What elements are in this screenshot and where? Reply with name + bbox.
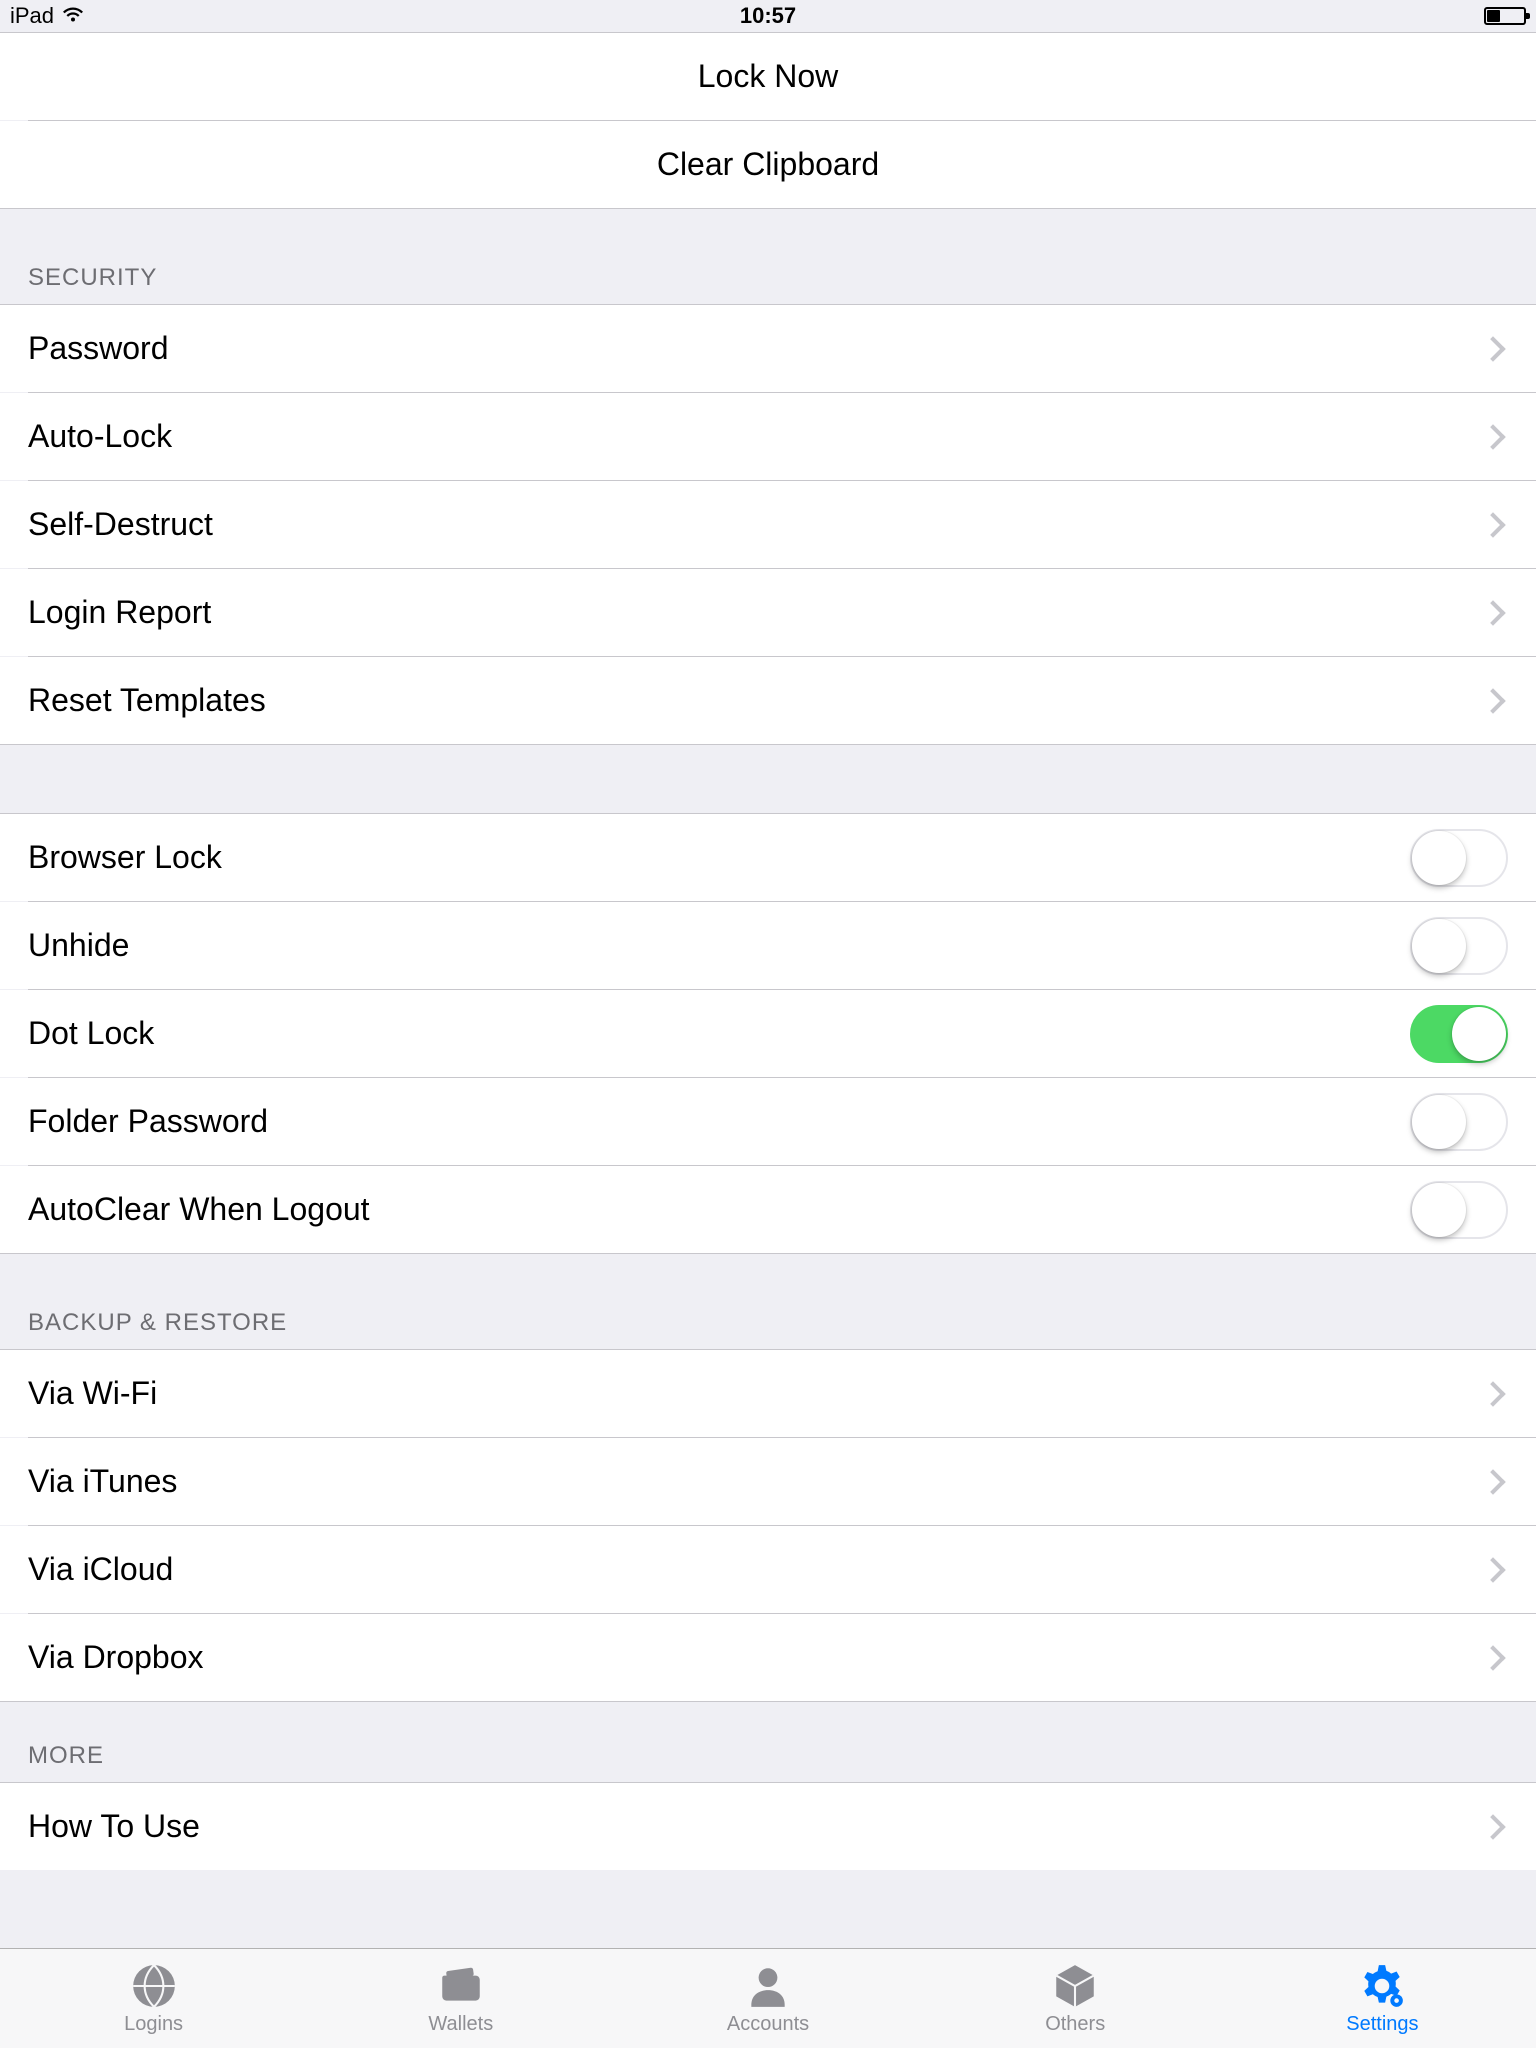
browserlock-toggle[interactable]: [1410, 829, 1508, 887]
tab-logins-label: Logins: [124, 2013, 183, 2036]
via-icloud-row[interactable]: Via iCloud: [0, 1526, 1536, 1613]
folderpassword-row: Folder Password: [0, 1078, 1536, 1165]
autolock-row[interactable]: Auto-Lock: [0, 393, 1536, 480]
tab-settings[interactable]: Settings: [1229, 1949, 1536, 2048]
status-left: iPad: [10, 3, 84, 29]
resettemplates-label: Reset Templates: [28, 682, 1484, 719]
chevron-right-icon: [1480, 1469, 1505, 1494]
dotlock-row: Dot Lock: [0, 990, 1536, 1077]
chevron-right-icon: [1480, 1557, 1505, 1582]
tab-accounts-label: Accounts: [727, 2013, 809, 2036]
chevron-right-icon: [1480, 336, 1505, 361]
status-bar: iPad 10:57: [0, 0, 1536, 32]
autoclear-label: AutoClear When Logout: [28, 1191, 1410, 1228]
selfdestruct-label: Self-Destruct: [28, 506, 1484, 543]
browserlock-row: Browser Lock: [0, 814, 1536, 901]
autolock-label: Auto-Lock: [28, 418, 1484, 455]
folderpassword-label: Folder Password: [28, 1103, 1410, 1140]
more-header: MORE: [0, 1702, 1536, 1782]
tab-others-label: Others: [1045, 2013, 1105, 2036]
chevron-right-icon: [1480, 424, 1505, 449]
clear-clipboard-row[interactable]: Clear Clipboard: [0, 121, 1536, 208]
via-icloud-label: Via iCloud: [28, 1551, 1484, 1588]
chevron-right-icon: [1480, 1381, 1505, 1406]
tab-others[interactable]: Others: [922, 1949, 1229, 2048]
wallet-icon: [436, 1961, 486, 2011]
tab-wallets-label: Wallets: [428, 2013, 493, 2036]
chevron-right-icon: [1480, 1814, 1505, 1839]
folderpassword-toggle[interactable]: [1410, 1093, 1508, 1151]
unhide-row: Unhide: [0, 902, 1536, 989]
chevron-right-icon: [1480, 600, 1505, 625]
via-itunes-label: Via iTunes: [28, 1463, 1484, 1500]
tab-logins[interactable]: Logins: [0, 1949, 307, 2048]
chevron-right-icon: [1480, 688, 1505, 713]
box-icon: [1050, 1961, 1100, 2011]
dotlock-label: Dot Lock: [28, 1015, 1410, 1052]
tab-accounts[interactable]: Accounts: [614, 1949, 921, 2048]
browserlock-label: Browser Lock: [28, 839, 1410, 876]
gear-icon: [1357, 1961, 1407, 2011]
loginreport-row[interactable]: Login Report: [0, 569, 1536, 656]
person-icon: [743, 1961, 793, 2011]
selfdestruct-row[interactable]: Self-Destruct: [0, 481, 1536, 568]
tab-settings-label: Settings: [1346, 2013, 1418, 2036]
status-right: [1484, 7, 1526, 25]
via-dropbox-label: Via Dropbox: [28, 1639, 1484, 1676]
via-itunes-row[interactable]: Via iTunes: [0, 1438, 1536, 1525]
howto-label: How To Use: [28, 1808, 1484, 1845]
autoclear-toggle[interactable]: [1410, 1181, 1508, 1239]
tab-bar: Logins Wallets Accounts Others Settings: [0, 1948, 1536, 2048]
howto-row[interactable]: How To Use: [0, 1783, 1536, 1870]
via-dropbox-row[interactable]: Via Dropbox: [0, 1614, 1536, 1701]
unhide-label: Unhide: [28, 927, 1410, 964]
tab-wallets[interactable]: Wallets: [307, 1949, 614, 2048]
via-wifi-label: Via Wi-Fi: [28, 1375, 1484, 1412]
resettemplates-row[interactable]: Reset Templates: [0, 657, 1536, 744]
password-label: Password: [28, 330, 1484, 367]
unhide-toggle[interactable]: [1410, 917, 1508, 975]
via-wifi-row[interactable]: Via Wi-Fi: [0, 1350, 1536, 1437]
chevron-right-icon: [1480, 512, 1505, 537]
dotlock-toggle[interactable]: [1410, 1005, 1508, 1063]
password-row[interactable]: Password: [0, 305, 1536, 392]
lock-now-label: Lock Now: [28, 58, 1508, 95]
globe-icon: [129, 1961, 179, 2011]
settings-content[interactable]: Lock Now Clear Clipboard SECURITY Passwo…: [0, 32, 1536, 1948]
backup-header: BACKUP & RESTORE: [0, 1254, 1536, 1349]
loginreport-label: Login Report: [28, 594, 1484, 631]
wifi-icon: [62, 3, 84, 29]
clear-clipboard-label: Clear Clipboard: [28, 146, 1508, 183]
security-header: SECURITY: [0, 209, 1536, 304]
clock: 10:57: [740, 3, 796, 29]
lock-now-row[interactable]: Lock Now: [0, 33, 1536, 120]
device-label: iPad: [10, 3, 54, 29]
autoclear-row: AutoClear When Logout: [0, 1166, 1536, 1253]
battery-icon: [1484, 7, 1526, 25]
chevron-right-icon: [1480, 1645, 1505, 1670]
